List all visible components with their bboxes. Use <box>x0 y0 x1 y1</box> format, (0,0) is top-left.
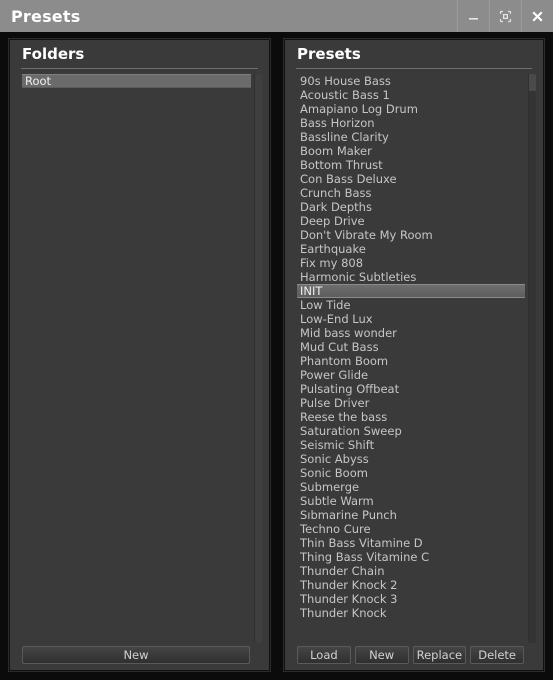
presets-item[interactable]: Sonic Abyss <box>297 452 525 466</box>
presets-scrollbar[interactable] <box>528 74 536 643</box>
close-icon <box>531 10 544 23</box>
presets-footer: Load New Replace Delete <box>284 643 544 671</box>
presets-item[interactable]: Don't Vibrate My Room <box>297 228 525 242</box>
presets-item[interactable]: Submerge <box>297 480 525 494</box>
presets-item[interactable]: Pulse Driver <box>297 396 525 410</box>
folders-panel-divider <box>21 68 258 69</box>
minimize-button[interactable] <box>457 0 489 32</box>
presets-list-wrap: 90s House Bass Acoustic Bass 1 Amapiano Lo… <box>297 74 536 643</box>
presets-item[interactable]: Dark Depths <box>297 200 525 214</box>
folders-scrollbar[interactable] <box>254 74 262 643</box>
presets-item[interactable]: Boom Maker <box>297 144 525 158</box>
presets-scrollbar-thumb[interactable] <box>529 74 536 91</box>
presets-item[interactable]: Bottom Thrust <box>297 158 525 172</box>
replace-button[interactable]: Replace <box>412 646 467 664</box>
folders-panel: Folders Root New <box>8 38 271 672</box>
presets-panel-divider <box>296 68 532 69</box>
presets-item[interactable]: Techno Cure <box>297 522 525 536</box>
minimize-icon <box>467 10 480 23</box>
presets-item[interactable]: Thunder Knock 3 <box>297 592 525 606</box>
restore-button[interactable] <box>489 0 521 32</box>
presets-item[interactable]: Bass Horizon <box>297 116 525 130</box>
folders-footer: New <box>9 643 270 671</box>
presets-list[interactable]: 90s House Bass Acoustic Bass 1 Amapiano Lo… <box>297 74 525 643</box>
presets-item-selected[interactable]: INIT <box>297 284 525 298</box>
presets-panel-title: Presets <box>297 45 361 63</box>
folders-item-selected[interactable]: Root <box>22 74 251 88</box>
presets-item[interactable]: Reese the bass <box>297 410 525 424</box>
presets-item[interactable]: Amapiano Log Drum <box>297 102 525 116</box>
presets-window: Presets Folders Root New Presets 90s Hou… <box>0 0 553 680</box>
presets-item[interactable]: Con Bass Deluxe <box>297 172 525 186</box>
presets-item[interactable]: Bassline Clarity <box>297 130 525 144</box>
presets-item[interactable]: Thunder Knock <box>297 606 525 620</box>
presets-item[interactable]: Crunch Bass <box>297 186 525 200</box>
folders-panel-title: Folders <box>22 45 85 63</box>
presets-item[interactable]: Thunder Knock 2 <box>297 578 525 592</box>
presets-item[interactable]: Subtle Warm <box>297 494 525 508</box>
folders-list-wrap: Root <box>22 74 262 643</box>
presets-panel: Presets 90s House Bass Acoustic Bass 1 Ama… <box>283 38 545 672</box>
presets-item[interactable]: Acoustic Bass 1 <box>297 88 525 102</box>
presets-item[interactable]: 90s House Bass <box>297 74 525 88</box>
presets-item[interactable]: Sıbmarine Punch <box>297 508 525 522</box>
folders-scrollbar-thumb[interactable] <box>255 74 262 643</box>
presets-item[interactable]: Saturation Sweep <box>297 424 525 438</box>
window-body: Folders Root New Presets 90s House Bass A… <box>0 32 553 680</box>
presets-item[interactable]: Sonic Boom <box>297 466 525 480</box>
presets-item[interactable]: Seismic Shift <box>297 438 525 452</box>
delete-button[interactable]: Delete <box>470 646 524 664</box>
presets-item[interactable]: Pulsating Offbeat <box>297 382 525 396</box>
window-controls <box>457 0 553 32</box>
presets-item[interactable]: Deep Drive <box>297 214 525 228</box>
window-title: Presets <box>11 6 81 26</box>
presets-item[interactable]: Phantom Boom <box>297 354 525 368</box>
presets-item[interactable]: Low Tide <box>297 298 525 312</box>
presets-item[interactable]: Low-End Lux <box>297 312 525 326</box>
presets-item[interactable]: Mid bass wonder <box>297 326 525 340</box>
presets-item[interactable]: Fix my 808 <box>297 256 525 270</box>
folders-list[interactable]: Root <box>22 74 251 643</box>
title-bar[interactable]: Presets <box>0 0 553 32</box>
presets-item[interactable]: Earthquake <box>297 242 525 256</box>
presets-item[interactable]: Thunder Chain <box>297 564 525 578</box>
presets-item[interactable]: Thing Bass Vitamine C <box>297 550 525 564</box>
presets-item[interactable]: Power Glide <box>297 368 525 382</box>
restore-icon <box>499 10 512 23</box>
load-button[interactable]: Load <box>297 646 351 664</box>
close-button[interactable] <box>521 0 553 32</box>
presets-item[interactable]: Mud Cut Bass <box>297 340 525 354</box>
new-button[interactable]: New <box>22 646 250 664</box>
new-button[interactable]: New <box>354 646 409 664</box>
presets-item[interactable]: Thin Bass Vitamine D <box>297 536 525 550</box>
presets-item[interactable]: Harmonic Subtleties <box>297 270 525 284</box>
